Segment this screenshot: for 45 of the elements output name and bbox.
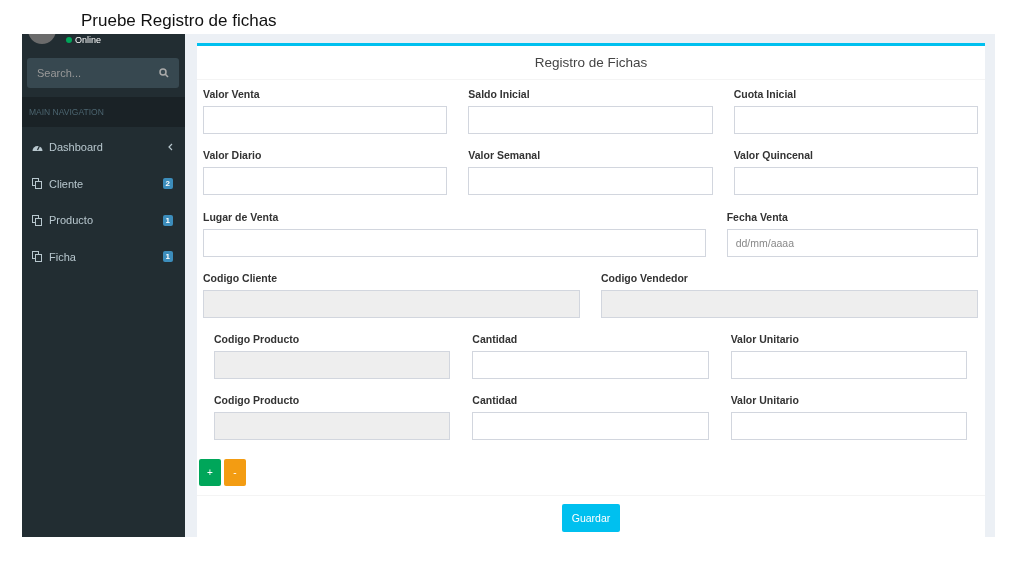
copy-icon <box>32 251 43 263</box>
field-label: Valor Semanal <box>468 149 542 163</box>
field-label: Valor Unitario <box>730 333 800 347</box>
field-label: Cantidad <box>472 394 519 408</box>
sidebar-item[interactable]: Cliente 2 <box>22 165 185 202</box>
input-field[interactable]: dd/mm/aaaa <box>726 228 978 257</box>
count-badge: 1 <box>162 251 173 263</box>
sidebar-item[interactable]: Producto 1 <box>22 202 185 239</box>
search-field[interactable]: Search... <box>27 58 179 88</box>
user-status: Online <box>75 34 101 46</box>
slide-title: Pruebe Registro de fichas <box>81 11 277 30</box>
copy-icon <box>32 214 43 226</box>
section-header: MAIN NAVIGATION <box>29 107 104 117</box>
field-label: Valor Quincenal <box>733 149 815 163</box>
field-label: Codigo Vendedor <box>601 271 689 285</box>
count-badge: 2 <box>162 178 173 190</box>
form-title: Registro de Fichas <box>534 55 648 70</box>
field-label: Saldo Inicial <box>468 88 531 101</box>
field-label: Valor Venta <box>203 88 261 101</box>
field-label: Cantidad <box>472 333 519 347</box>
sidebar-item[interactable]: Dashboard <box>22 129 185 166</box>
field-label: Lugar de Venta <box>203 210 280 224</box>
sidebar-item[interactable]: Ficha 1 <box>22 238 185 275</box>
field-label: Codigo Cliente <box>203 271 279 285</box>
input-field[interactable] <box>203 167 448 196</box>
field-label: Codigo Producto <box>214 333 301 347</box>
input-field[interactable] <box>472 351 709 380</box>
field-label: Valor Diario <box>203 149 263 163</box>
input-field[interactable] <box>203 228 706 257</box>
copy-icon <box>32 178 43 190</box>
status-dot-icon <box>66 37 72 43</box>
input-field[interactable] <box>203 106 448 134</box>
input-field[interactable] <box>730 351 967 380</box>
input-field[interactable] <box>733 167 978 196</box>
input-field[interactable] <box>468 106 713 134</box>
field-label: Valor Unitario <box>730 394 800 408</box>
input-field[interactable] <box>733 106 978 134</box>
count-badge: 1 <box>162 214 173 226</box>
search-icon[interactable] <box>159 68 169 78</box>
input-field[interactable] <box>468 167 713 196</box>
field-label: Codigo Producto <box>214 394 301 408</box>
field-label: Fecha Venta <box>726 210 789 224</box>
field-label: Cuota Inicial <box>733 88 798 101</box>
input-field[interactable] <box>472 412 709 441</box>
input-field[interactable] <box>730 412 967 441</box>
